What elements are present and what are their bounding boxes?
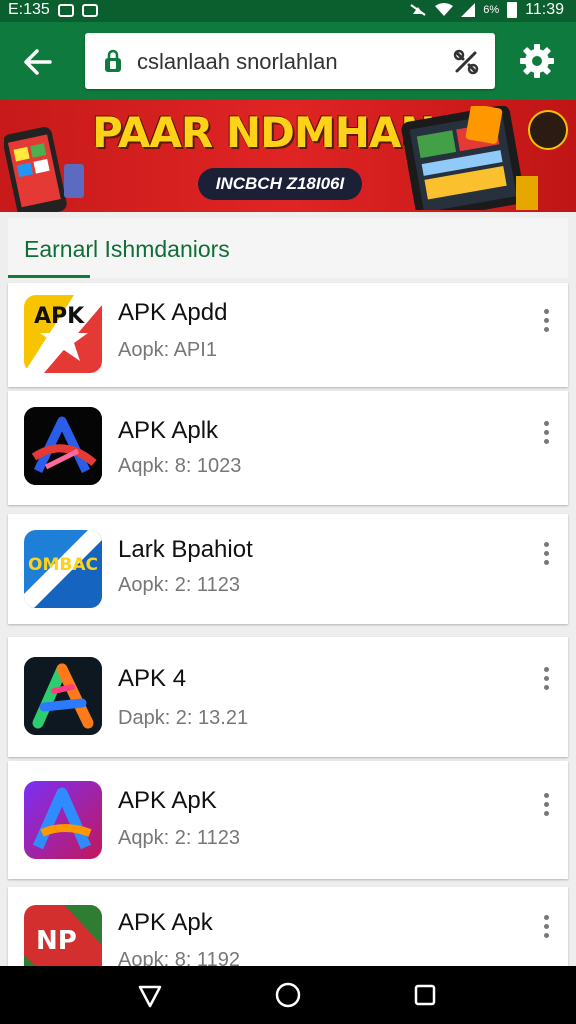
status-left-text: E:135 — [8, 1, 50, 18]
app-meta: Aqpk: 8: 1023 — [118, 455, 242, 477]
nav-home-icon[interactable] — [275, 982, 301, 1008]
wifi-icon — [435, 3, 454, 16]
more-vert-icon[interactable] — [540, 309, 552, 335]
signal-icon — [461, 3, 476, 17]
status-time: 11:39 — [525, 1, 564, 18]
more-vert-icon[interactable] — [540, 915, 552, 941]
notification-icon — [57, 3, 74, 17]
tab-indicator — [8, 275, 90, 278]
app-meta: Aopk: API1 — [118, 339, 217, 361]
lock-icon — [105, 49, 121, 72]
apk-star-icon: APK — [24, 295, 102, 373]
more-vert-icon[interactable] — [540, 793, 552, 819]
battery-percent: 6% — [483, 4, 500, 16]
app-name: Lark Bpahiot — [118, 536, 253, 563]
svg-text:OMBAC: OMBAC — [28, 555, 98, 575]
app-meta: Aqpk: 2: 1123 — [118, 827, 240, 849]
list-item[interactable]: APK 4 Dapk: 2: 13.21 — [8, 637, 568, 757]
mute-icon — [410, 4, 426, 16]
gear-icon[interactable] — [518, 42, 556, 80]
more-vert-icon[interactable] — [540, 542, 552, 568]
app-name: APK ApK — [118, 787, 217, 814]
app-name: APK Apdd — [118, 299, 228, 326]
navigation-bar — [0, 966, 576, 1024]
list-item[interactable]: APK APK Apdd Aopk: API1 — [8, 283, 568, 387]
status-bar: E:135 6% 11:39 — [0, 0, 576, 22]
app-name: APK Aplk — [118, 417, 219, 444]
search-input[interactable]: cslanlaah snorlahlan — [137, 49, 338, 75]
neon-a-icon — [24, 407, 102, 485]
svg-text:NP: NP — [36, 926, 77, 956]
list-item[interactable]: APK ApK Aqpk: 2: 1123 — [8, 761, 568, 879]
banner-title: PAAR NDMHAN — [92, 108, 436, 157]
promo-banner[interactable]: PAAR NDMHAN INCBCH Z18I06I — [0, 100, 576, 212]
battery-icon — [507, 2, 518, 18]
search-box[interactable]: cslanlaah snorlahlan — [85, 33, 495, 89]
app-name: APK Apk — [118, 909, 213, 936]
app-meta: Aopk: 2: 1123 — [118, 574, 240, 596]
more-vert-icon[interactable] — [540, 667, 552, 693]
rainbow-a-icon — [24, 657, 102, 735]
section-title: Earnarl Ishmdaniors — [24, 236, 230, 262]
banner-subtitle: INCBCH Z18I06I — [198, 168, 362, 200]
avatar[interactable] — [528, 110, 568, 150]
list-item[interactable]: OMBAC Lark Bpahiot Aopk: 2: 1123 — [8, 514, 568, 624]
tools-icon[interactable] — [451, 47, 481, 77]
blue-ombac-icon: OMBAC — [24, 530, 102, 608]
more-vert-icon[interactable] — [540, 421, 552, 447]
nav-back-icon[interactable] — [136, 984, 162, 1008]
nav-recents-icon[interactable] — [414, 984, 436, 1006]
app-meta: Dapk: 2: 13.21 — [118, 707, 249, 729]
phone-graphic — [4, 127, 84, 212]
notification-icon — [81, 3, 98, 17]
back-arrow-icon[interactable] — [18, 42, 58, 82]
app-bar: cslanlaah snorlahlan — [0, 22, 576, 100]
app-name: APK 4 — [118, 665, 187, 692]
section-header: Earnarl Ishmdaniors — [8, 218, 568, 278]
svg-text:APK: APK — [34, 304, 85, 329]
list-item[interactable]: APK Aplk Aqpk: 8: 1023 — [8, 391, 568, 505]
list-item[interactable]: NP APK Apk Aopk: 8: 1192 — [8, 887, 568, 983]
tablet-graphic — [401, 106, 538, 210]
purple-a-icon — [24, 781, 102, 859]
